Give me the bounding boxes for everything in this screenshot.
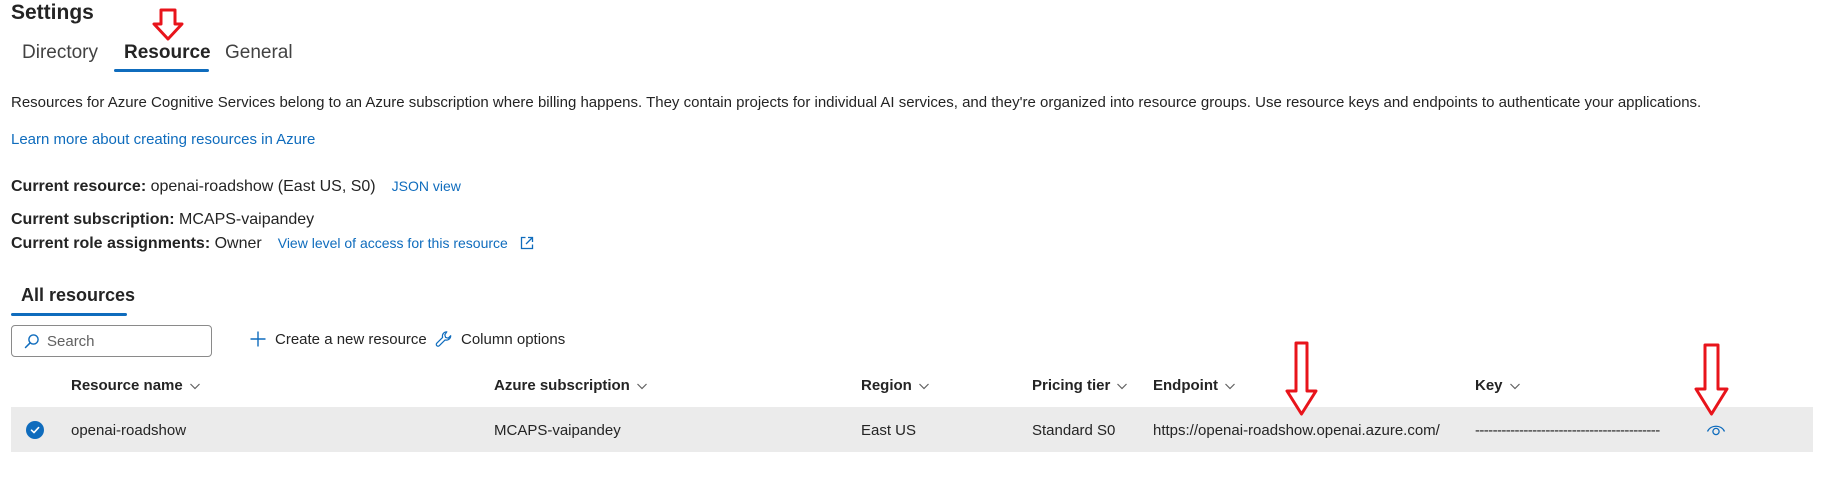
column-options-button[interactable]: Column options	[435, 330, 565, 348]
chevron-down-icon	[189, 383, 200, 389]
current-resource-label: Current resource:	[11, 178, 147, 195]
create-resource-button[interactable]: Create a new resource	[249, 330, 427, 348]
column-header-label: Endpoint	[1153, 377, 1218, 394]
search-icon	[24, 334, 39, 349]
row-select-checkbox[interactable]	[26, 421, 44, 439]
wrench-icon	[435, 331, 452, 347]
search-box[interactable]	[11, 325, 212, 357]
json-view-link[interactable]: JSON view	[392, 178, 461, 194]
chevron-down-icon	[1225, 383, 1235, 389]
current-subscription-label: Current subscription:	[11, 211, 175, 228]
chevron-down-icon	[636, 383, 647, 389]
column-header-region[interactable]: Region	[861, 377, 930, 394]
checkmark-icon	[30, 426, 40, 434]
column-options-label: Column options	[461, 330, 566, 348]
column-header-label: Resource name	[71, 377, 183, 394]
column-header-label: Azure subscription	[494, 377, 630, 394]
cell-region: East US	[861, 422, 917, 439]
learn-more-link[interactable]: Learn more about creating resources in A…	[11, 131, 315, 148]
column-header-endpoint[interactable]: Endpoint	[1153, 377, 1236, 394]
column-header-key[interactable]: Key	[1475, 377, 1521, 394]
cell-pricing-tier: Standard S0	[1032, 422, 1116, 439]
external-link-icon	[520, 236, 533, 250]
chevron-down-icon	[1509, 383, 1520, 389]
view-access-link[interactable]: View level of access for this resource	[278, 235, 534, 251]
view-access-link-text: View level of access for this resource	[277, 235, 508, 251]
column-header-label: Pricing tier	[1032, 377, 1111, 394]
current-subscription-value: MCAPS-vaipandey	[174, 211, 315, 228]
column-header-resource-name[interactable]: Resource name	[71, 377, 201, 394]
chevron-down-icon	[1117, 383, 1128, 389]
down-arrow-annotation-icon	[152, 8, 184, 41]
column-header-label: Region	[861, 377, 912, 394]
create-resource-label: Create a new resource	[275, 330, 427, 348]
page-title: Settings	[11, 1, 94, 24]
current-resource-line: Current resource: openai-roadshow (East …	[11, 178, 461, 196]
tab-general[interactable]: General	[225, 42, 293, 64]
resources-description: Resources for Azure Cognitive Services b…	[11, 94, 1702, 111]
column-header-azure-subscription[interactable]: Azure subscription	[494, 377, 648, 394]
tab-directory[interactable]: Directory	[22, 42, 98, 64]
tab-active-indicator	[114, 69, 209, 72]
chevron-down-icon	[918, 383, 929, 389]
cell-key-masked: ----------------------------------------…	[1475, 422, 1660, 439]
all-resources-underline	[11, 313, 127, 316]
add-icon	[250, 331, 266, 347]
tab-resource[interactable]: Resource	[124, 42, 211, 64]
eye-icon[interactable]	[1706, 423, 1726, 437]
current-subscription-line: Current subscription: MCAPS-vaipandey	[11, 211, 314, 229]
cell-endpoint: https://openai-roadshow.openai.azure.com…	[1153, 422, 1440, 439]
current-roles-label: Current role assignments:	[11, 235, 211, 252]
down-arrow-annotation-icon	[1694, 343, 1729, 416]
search-input[interactable]	[47, 332, 207, 350]
column-header-pricing-tier[interactable]: Pricing tier	[1032, 377, 1128, 394]
cell-resource-name: openai-roadshow	[71, 422, 187, 439]
cell-azure-subscription: MCAPS-vaipandey	[494, 422, 621, 439]
column-header-label: Key	[1475, 377, 1503, 394]
current-roles-line: Current role assignments: Owner View leve…	[11, 235, 534, 253]
all-resources-title: All resources	[21, 285, 136, 305]
current-roles-value: Owner	[210, 235, 262, 252]
current-resource-value: openai-roadshow (East US, S0)	[146, 178, 376, 195]
down-arrow-annotation-icon	[1285, 341, 1318, 416]
